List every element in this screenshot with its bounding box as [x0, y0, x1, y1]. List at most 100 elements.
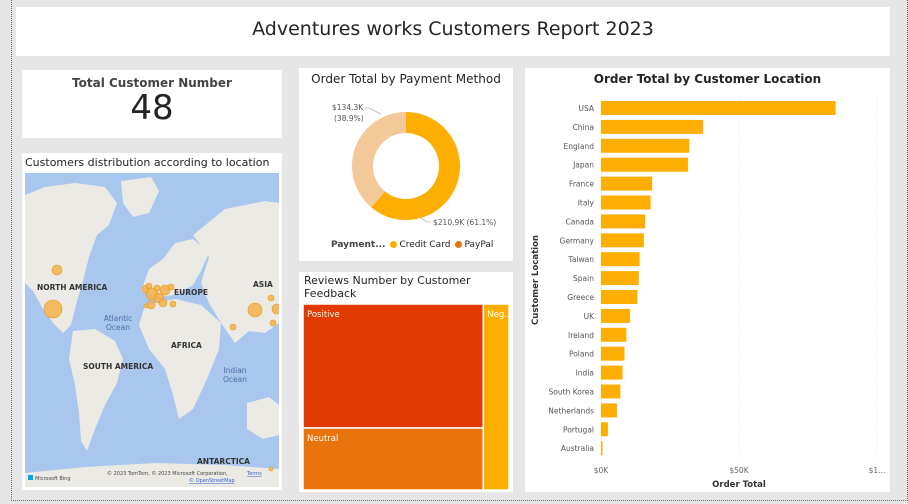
map-copyright: © 2023 TomTom, © 2023 Microsoft Corporat…	[107, 470, 228, 477]
bubble-japan[interactable]	[271, 303, 279, 315]
legend-credit-card[interactable]: Credit Card	[399, 240, 450, 250]
bubble-greece[interactable]	[169, 300, 177, 308]
bar-canada[interactable]	[601, 214, 646, 229]
y-tick-label: France	[569, 180, 594, 189]
map-osm-link[interactable]: © OpenStreetMap	[189, 477, 235, 484]
legend-swatch-paypal	[455, 241, 463, 248]
bing-logo-icon	[28, 475, 33, 480]
y-tick-label: Australia	[561, 444, 594, 453]
bar-france[interactable]	[601, 176, 653, 191]
y-tick-label: Poland	[569, 350, 594, 359]
y-tick-label: Taiwan	[567, 255, 594, 264]
bing-attribution: Microsoft Bing	[35, 476, 71, 482]
y-tick-label: China	[573, 123, 594, 132]
map-terms-link[interactable]: Terms	[246, 471, 262, 477]
label-indian: Indian	[223, 366, 246, 375]
bar-taiwan[interactable]	[601, 252, 640, 267]
y-tick-label: Canada	[565, 217, 594, 226]
bar-india[interactable]	[601, 365, 623, 380]
donut-chart[interactable]: $134.3K (38.9%) $210.9K (61.1%)	[299, 90, 513, 240]
label-asia: ASIA	[253, 280, 273, 289]
treemap-chart[interactable]: Positive Neutral Neg...	[299, 272, 513, 492]
y-tick-label: England	[564, 142, 595, 151]
treemap-tile-positive[interactable]	[302, 303, 484, 429]
y-tick-label: South Korea	[549, 388, 594, 397]
label-atlantic: Atlantic	[104, 314, 133, 323]
y-tick-label: Spain	[573, 274, 594, 283]
treemap-label-positive: Positive	[307, 310, 340, 320]
leader-line-paypal	[365, 107, 382, 115]
x-tick-label: $1...	[869, 466, 886, 475]
world-map[interactable]: NORTH AMERICA EUROPE ASIA AFRICA SOUTH A…	[25, 173, 279, 487]
bubble-spain[interactable]	[146, 300, 156, 310]
x-tick-label: $0K	[594, 466, 610, 475]
bar-italy[interactable]	[601, 195, 651, 210]
y-tick-label: UK	[584, 312, 595, 321]
kpi-value: 48	[130, 88, 174, 128]
bar-visual[interactable]: Order Total by Customer Location $0K $50K…	[525, 68, 890, 492]
y-tick-label: Italy	[578, 199, 595, 208]
treemap-label-neg: Neg...	[487, 310, 512, 320]
legend-swatch-credit-card	[390, 241, 398, 248]
bar-england[interactable]	[601, 138, 690, 153]
label-indian-ocean: Ocean	[223, 375, 247, 384]
bar-poland[interactable]	[601, 346, 625, 361]
data-label-paypal-value: $134.3K	[332, 103, 364, 112]
bar-japan[interactable]	[601, 157, 688, 172]
donut-legend: Payment... Credit Card PayPal	[331, 240, 493, 250]
kpi-card[interactable]: Total Customer Number 48	[22, 70, 282, 138]
bar-greece[interactable]	[601, 290, 638, 304]
bubble-taiwan[interactable]	[269, 319, 277, 327]
y-tick-label: Greece	[567, 293, 594, 302]
label-africa: AFRICA	[171, 341, 202, 350]
donut-visual[interactable]: Order Total by Payment Method $134.3K (38…	[299, 68, 513, 261]
bubble-india[interactable]	[229, 323, 237, 331]
bar-uk[interactable]	[601, 308, 630, 323]
bar-netherlands[interactable]	[601, 403, 618, 418]
y-tick-label: Portugal	[563, 425, 594, 434]
report-title: Adventures works Customers Report 2023	[252, 18, 654, 40]
bar-chart[interactable]: $0K $50K $1... USA China England Japan France It…	[525, 68, 890, 492]
bubble-australia[interactable]	[268, 466, 274, 472]
donut-title: Order Total by Payment Method	[311, 72, 501, 86]
donut-slice-paypal[interactable]	[352, 112, 406, 208]
treemap-label-neutral: Neutral	[307, 434, 338, 444]
legend-title: Payment...	[331, 240, 386, 250]
y-tick-label: Japan	[572, 161, 594, 170]
y-tick-label: Germany	[560, 236, 595, 245]
map-title: Customers distribution according to loca…	[25, 156, 270, 169]
map-visual[interactable]: Customers distribution according to loca…	[22, 153, 282, 490]
leader-line-credit-card	[420, 217, 431, 223]
bubble-italy[interactable]	[158, 298, 168, 308]
label-north-america: NORTH AMERICA	[37, 283, 108, 292]
report-title-card: Adventures works Customers Report 2023	[16, 7, 890, 56]
bar-australia[interactable]	[601, 441, 603, 456]
bar-south-korea[interactable]	[601, 384, 621, 399]
bar-ireland[interactable]	[601, 327, 627, 342]
data-label-credit-card: $210.9K (61.1%)	[433, 218, 496, 227]
bubble-netherlands[interactable]	[153, 284, 161, 292]
y-tick-label: Ireland	[568, 331, 594, 340]
treemap-tile-neg[interactable]	[482, 303, 510, 491]
y-tick-label: USA	[578, 104, 594, 113]
bubble-usa[interactable]	[43, 299, 63, 319]
treemap-visual[interactable]: Reviews Number by Customer Feedback Posi…	[299, 272, 513, 492]
bar-germany[interactable]	[601, 233, 644, 248]
bar-portugal[interactable]	[601, 422, 608, 437]
x-axis-title: Order Total	[712, 480, 766, 490]
x-tick-label: $50K	[729, 466, 749, 475]
bar-usa[interactable]	[601, 101, 836, 115]
bar-spain[interactable]	[601, 271, 639, 286]
bubble-south-korea[interactable]	[267, 294, 275, 302]
bar-china[interactable]	[601, 119, 704, 134]
label-south-america: SOUTH AMERICA	[83, 362, 153, 371]
bubble-portugal[interactable]	[143, 303, 149, 309]
y-tick-label: India	[576, 369, 594, 378]
y-tick-label: Netherlands	[548, 406, 594, 415]
label-europe: EUROPE	[174, 288, 208, 297]
bubble-canada[interactable]	[51, 264, 63, 276]
bubble-china[interactable]	[247, 302, 263, 318]
data-label-paypal-pct: (38.9%)	[334, 114, 364, 123]
legend-paypal[interactable]: PayPal	[464, 240, 493, 250]
label-atlantic-ocean: Ocean	[106, 323, 130, 332]
